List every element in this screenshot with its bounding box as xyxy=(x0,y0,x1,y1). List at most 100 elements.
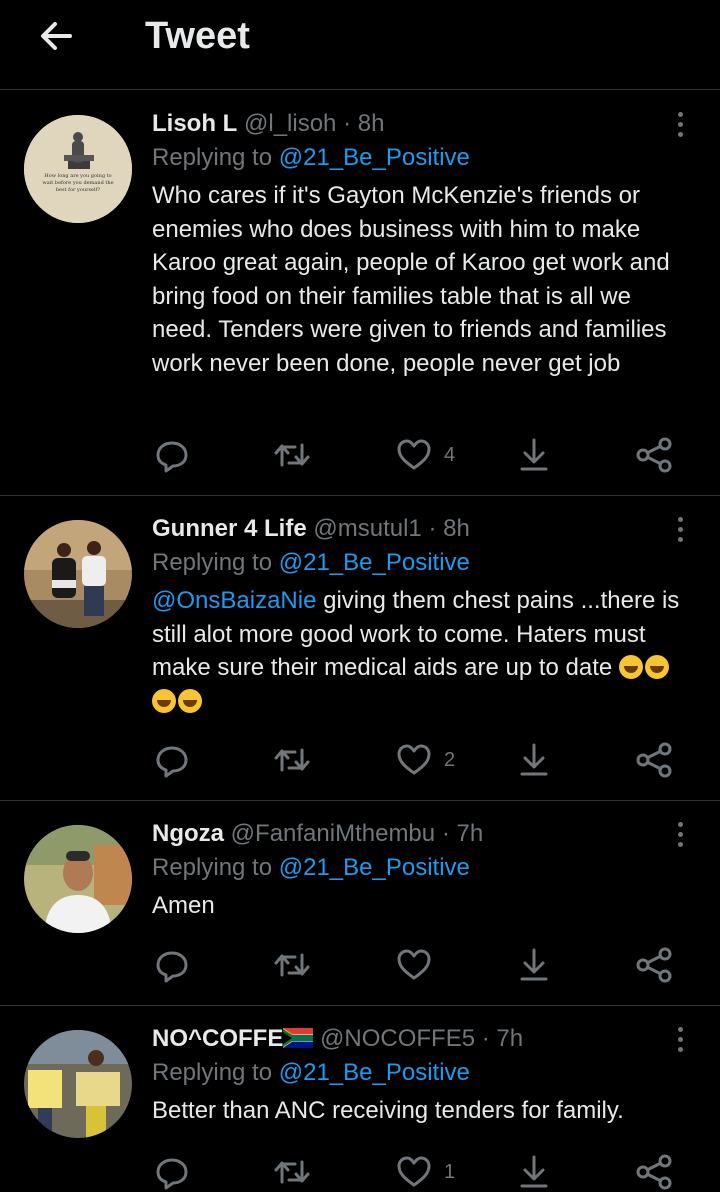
retweet-button[interactable] xyxy=(272,740,312,780)
profile-photo xyxy=(24,825,132,933)
tweet-actions: 4 xyxy=(152,435,692,475)
tweet-text: Who cares if it's Gayton McKenzie's frie… xyxy=(152,182,670,377)
back-button[interactable] xyxy=(34,14,78,58)
separator-dot: · xyxy=(441,820,450,847)
author-handle[interactable]: @msutul1 xyxy=(313,515,421,542)
download-icon xyxy=(520,438,548,471)
like-button[interactable]: 2 xyxy=(394,740,455,780)
separator-dot: · xyxy=(428,515,437,542)
tweet-time: 8h xyxy=(443,515,470,542)
profile-photo xyxy=(24,1030,132,1138)
share-button[interactable] xyxy=(634,740,674,780)
heart-icon xyxy=(397,1156,431,1187)
more-options-button[interactable] xyxy=(668,817,692,851)
reply-icon xyxy=(156,746,188,778)
author-handle[interactable]: @l_lisoh xyxy=(244,110,336,137)
separator-dot: · xyxy=(481,1025,490,1052)
replying-label: Replying to xyxy=(152,144,273,171)
share-icon xyxy=(636,1154,672,1190)
replying-handle[interactable]: @21_Be_Positive xyxy=(279,549,470,576)
reply-button[interactable] xyxy=(152,1152,192,1192)
reply-icon xyxy=(156,441,188,473)
author-handle[interactable]: @FanfaniMthembu xyxy=(231,820,435,847)
retweet-button[interactable] xyxy=(272,1152,312,1192)
heart-icon xyxy=(397,439,431,470)
top-app-bar: Tweet xyxy=(0,0,720,90)
like-count: 4 xyxy=(444,443,456,466)
tweet-text: @OnsBaizaNie giving them chest pains ...… xyxy=(152,584,694,718)
mention-link[interactable]: @OnsBaizaNie xyxy=(152,587,316,614)
avatar[interactable] xyxy=(24,825,132,933)
tweet-actions xyxy=(152,945,692,985)
avatar-caption: How long are you going to wait before yo… xyxy=(42,173,114,193)
tweet-time: 7h xyxy=(456,820,484,847)
reply-icon xyxy=(156,1158,188,1190)
author-handle[interactable]: @NOCOFFE5 xyxy=(320,1025,475,1052)
tweet-actions: 2 xyxy=(152,740,692,780)
reply-button[interactable] xyxy=(152,740,192,780)
reply-icon xyxy=(156,951,188,983)
tweet-actions: 1 xyxy=(152,1152,692,1192)
reply-tweet[interactable]: Ngoza @FanfaniMthembu · 7h Replying to @… xyxy=(0,801,720,1006)
avatar[interactable]: How long are you going to wait before yo… xyxy=(24,115,132,223)
reply-button[interactable] xyxy=(152,435,192,475)
avatar[interactable] xyxy=(24,520,132,628)
more-options-button[interactable] xyxy=(668,107,692,141)
retweet-icon xyxy=(274,748,310,772)
download-button[interactable] xyxy=(514,1152,554,1192)
heart-icon xyxy=(397,949,431,980)
tweet-time: 7h xyxy=(496,1025,524,1052)
tweet-meta: NO^COFFE @NOCOFFE5 · 7h xyxy=(152,1022,694,1056)
retweet-button[interactable] xyxy=(272,945,312,985)
retweet-icon xyxy=(274,953,310,977)
tweet-text: Amen xyxy=(152,892,215,919)
more-options-button[interactable] xyxy=(668,1022,692,1056)
retweet-button[interactable] xyxy=(272,435,312,475)
share-icon xyxy=(636,437,672,473)
download-icon xyxy=(520,1155,548,1188)
reply-tweet[interactable]: Gunner 4 Life @msutul1 · 8h Replying to … xyxy=(0,496,720,801)
download-button[interactable] xyxy=(514,740,554,780)
download-button[interactable] xyxy=(514,435,554,475)
like-button[interactable] xyxy=(394,945,444,985)
like-button[interactable]: 4 xyxy=(394,435,455,475)
more-options-button[interactable] xyxy=(668,512,692,546)
download-icon xyxy=(520,743,548,776)
like-count: 1 xyxy=(444,1160,456,1183)
tweet-time: 8h xyxy=(357,110,385,137)
reply-tweet[interactable]: How long are you going to wait before yo… xyxy=(0,91,720,496)
statue-image xyxy=(24,115,132,223)
share-icon xyxy=(636,742,672,778)
avatar[interactable] xyxy=(24,1030,132,1138)
replying-to: Replying to @21_Be_Positive xyxy=(152,546,694,580)
like-button[interactable]: 1 xyxy=(394,1152,455,1192)
author-name[interactable]: NO^COFFE xyxy=(152,1025,283,1052)
replying-to: Replying to @21_Be_Positive xyxy=(152,1056,694,1090)
author-name[interactable]: Ngoza xyxy=(152,820,224,847)
retweet-icon xyxy=(274,443,310,467)
tweet-meta: Gunner 4 Life @msutul1 · 8h xyxy=(152,512,694,546)
download-button[interactable] xyxy=(514,945,554,985)
replying-handle[interactable]: @21_Be_Positive xyxy=(279,1059,470,1086)
share-icon xyxy=(636,947,672,983)
replying-to: Replying to @21_Be_Positive xyxy=(152,851,694,885)
share-button[interactable] xyxy=(634,1152,674,1192)
replying-label: Replying to xyxy=(152,549,273,576)
like-count: 2 xyxy=(444,748,456,771)
tweet-text: Better than ANC receiving tenders for fa… xyxy=(152,1097,624,1124)
replying-label: Replying to xyxy=(152,854,273,881)
replying-handle[interactable]: @21_Be_Positive xyxy=(279,144,470,171)
reply-tweet[interactable]: NO^COFFE @NOCOFFE5 · 7h Replying to @21_… xyxy=(0,1006,720,1190)
share-button[interactable] xyxy=(634,945,674,985)
author-name[interactable]: Lisoh L xyxy=(152,110,237,137)
page-title: Tweet xyxy=(145,15,250,57)
separator-dot: · xyxy=(343,110,352,137)
reply-button[interactable] xyxy=(152,945,192,985)
replying-label: Replying to xyxy=(152,1059,273,1086)
share-button[interactable] xyxy=(634,435,674,475)
tweet-meta: Lisoh L @l_lisoh · 8h xyxy=(152,107,694,141)
replying-handle[interactable]: @21_Be_Positive xyxy=(279,854,470,881)
author-name[interactable]: Gunner 4 Life xyxy=(152,515,307,542)
replying-to: Replying to @21_Be_Positive xyxy=(152,141,694,175)
download-icon xyxy=(520,948,548,981)
